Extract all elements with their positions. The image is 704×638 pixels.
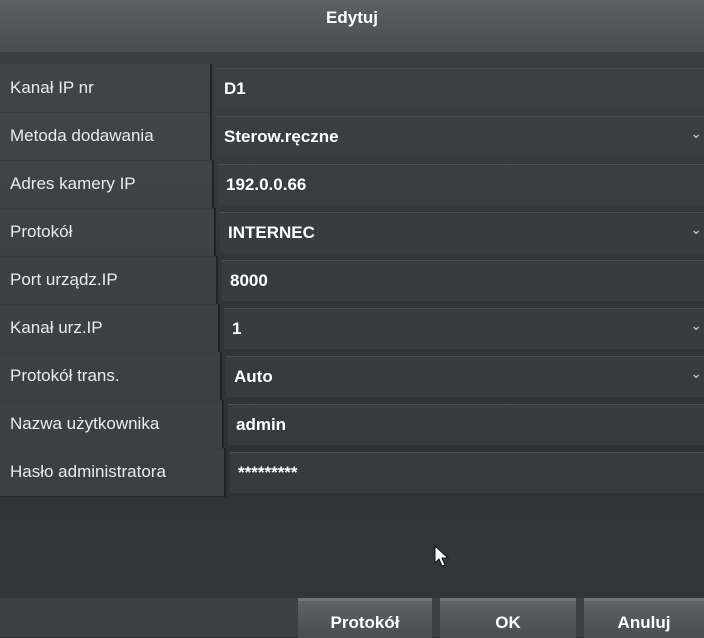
label-cell: Hasło administratora	[0, 448, 226, 497]
label-cell: Nazwa użytkownika	[0, 400, 224, 449]
row-protocol: Protokół INTERNEC ⌄	[0, 208, 704, 257]
ip-channel-number-label: Kanał IP nr	[10, 78, 94, 97]
device-port-label: Port urządz.IP	[10, 270, 118, 289]
label-cell: Protokół trans.	[0, 352, 222, 401]
admin-password-label: Hasło administratora	[10, 462, 166, 481]
device-channel-label: Kanał urz.IP	[10, 318, 103, 337]
row-username: Nazwa użytkownika admin	[0, 400, 704, 449]
row-transport-protocol: Protokół trans. Auto ⌄	[0, 352, 704, 401]
protocol-button[interactable]: Protokół	[298, 598, 432, 638]
username-label: Nazwa użytkownika	[10, 414, 160, 433]
ok-button[interactable]: OK	[440, 598, 576, 638]
chevron-down-icon: ⌄	[690, 221, 702, 237]
protocol-button-label: Protokół	[330, 613, 400, 632]
transport-protocol-label: Protokół trans.	[10, 366, 120, 385]
button-bar: Protokół OK Anuluj	[0, 598, 704, 638]
label-cell: Adres kamery IP	[0, 160, 214, 209]
row-device-port: Port urządz.IP 8000	[0, 256, 704, 305]
username-input[interactable]: admin	[228, 404, 704, 445]
adding-method-label: Metoda dodawania	[10, 126, 154, 145]
label-cell: Protokół	[0, 208, 216, 257]
admin-password-input[interactable]: *********	[230, 452, 704, 493]
label-cell: Metoda dodawania	[0, 112, 212, 161]
adding-method-select[interactable]: Sterow.ręczne ⌄	[216, 116, 704, 157]
camera-ip-address-input[interactable]: 192.0.0.66	[218, 164, 704, 205]
row-ip-channel-number: Kanał IP nr D1	[0, 64, 704, 113]
dialog-title: Edytuj	[326, 8, 378, 27]
protocol-select[interactable]: INTERNEC ⌄	[220, 212, 704, 253]
edit-dialog: Edytuj Kanał IP nr D1 Metoda dodawania S…	[0, 0, 704, 638]
device-port-text: 8000	[230, 271, 268, 290]
cancel-button-label: Anuluj	[617, 613, 671, 632]
chevron-down-icon: ⌄	[690, 365, 702, 381]
empty-panel	[0, 520, 704, 600]
chevron-down-icon: ⌄	[690, 125, 702, 141]
username-text: admin	[236, 415, 287, 434]
chevron-down-icon: ⌄	[690, 317, 702, 333]
label-cell: Kanał IP nr	[0, 64, 212, 113]
dialog-title-bar: Edytuj	[0, 0, 704, 52]
row-admin-password: Hasło administratora *********	[0, 448, 704, 497]
device-channel-select[interactable]: 1 ⌄	[224, 308, 704, 349]
protocol-label: Protokół	[10, 222, 73, 241]
label-cell: Kanał urz.IP	[0, 304, 220, 353]
protocol-selected: INTERNEC	[228, 223, 315, 242]
device-port-input[interactable]: 8000	[222, 260, 704, 301]
camera-ip-address-label: Adres kamery IP	[10, 174, 136, 193]
ip-channel-number-value: D1	[216, 68, 704, 109]
row-adding-method: Metoda dodawania Sterow.ręczne ⌄	[0, 112, 704, 161]
row-camera-ip-address: Adres kamery IP 192.0.0.66	[0, 160, 704, 209]
transport-protocol-select[interactable]: Auto ⌄	[226, 356, 704, 397]
row-device-channel: Kanał urz.IP 1 ⌄	[0, 304, 704, 353]
ip-channel-number-text: D1	[224, 79, 246, 98]
label-cell: Port urządz.IP	[0, 256, 218, 305]
camera-ip-address-text: 192.0.0.66	[226, 175, 307, 194]
ok-button-label: OK	[495, 613, 521, 632]
device-channel-selected: 1	[232, 319, 242, 338]
mouse-pointer-icon	[434, 545, 450, 567]
transport-protocol-selected: Auto	[234, 367, 273, 386]
cancel-button[interactable]: Anuluj	[584, 598, 704, 638]
admin-password-masked: *********	[238, 463, 298, 482]
adding-method-selected: Sterow.ręczne	[224, 127, 339, 146]
